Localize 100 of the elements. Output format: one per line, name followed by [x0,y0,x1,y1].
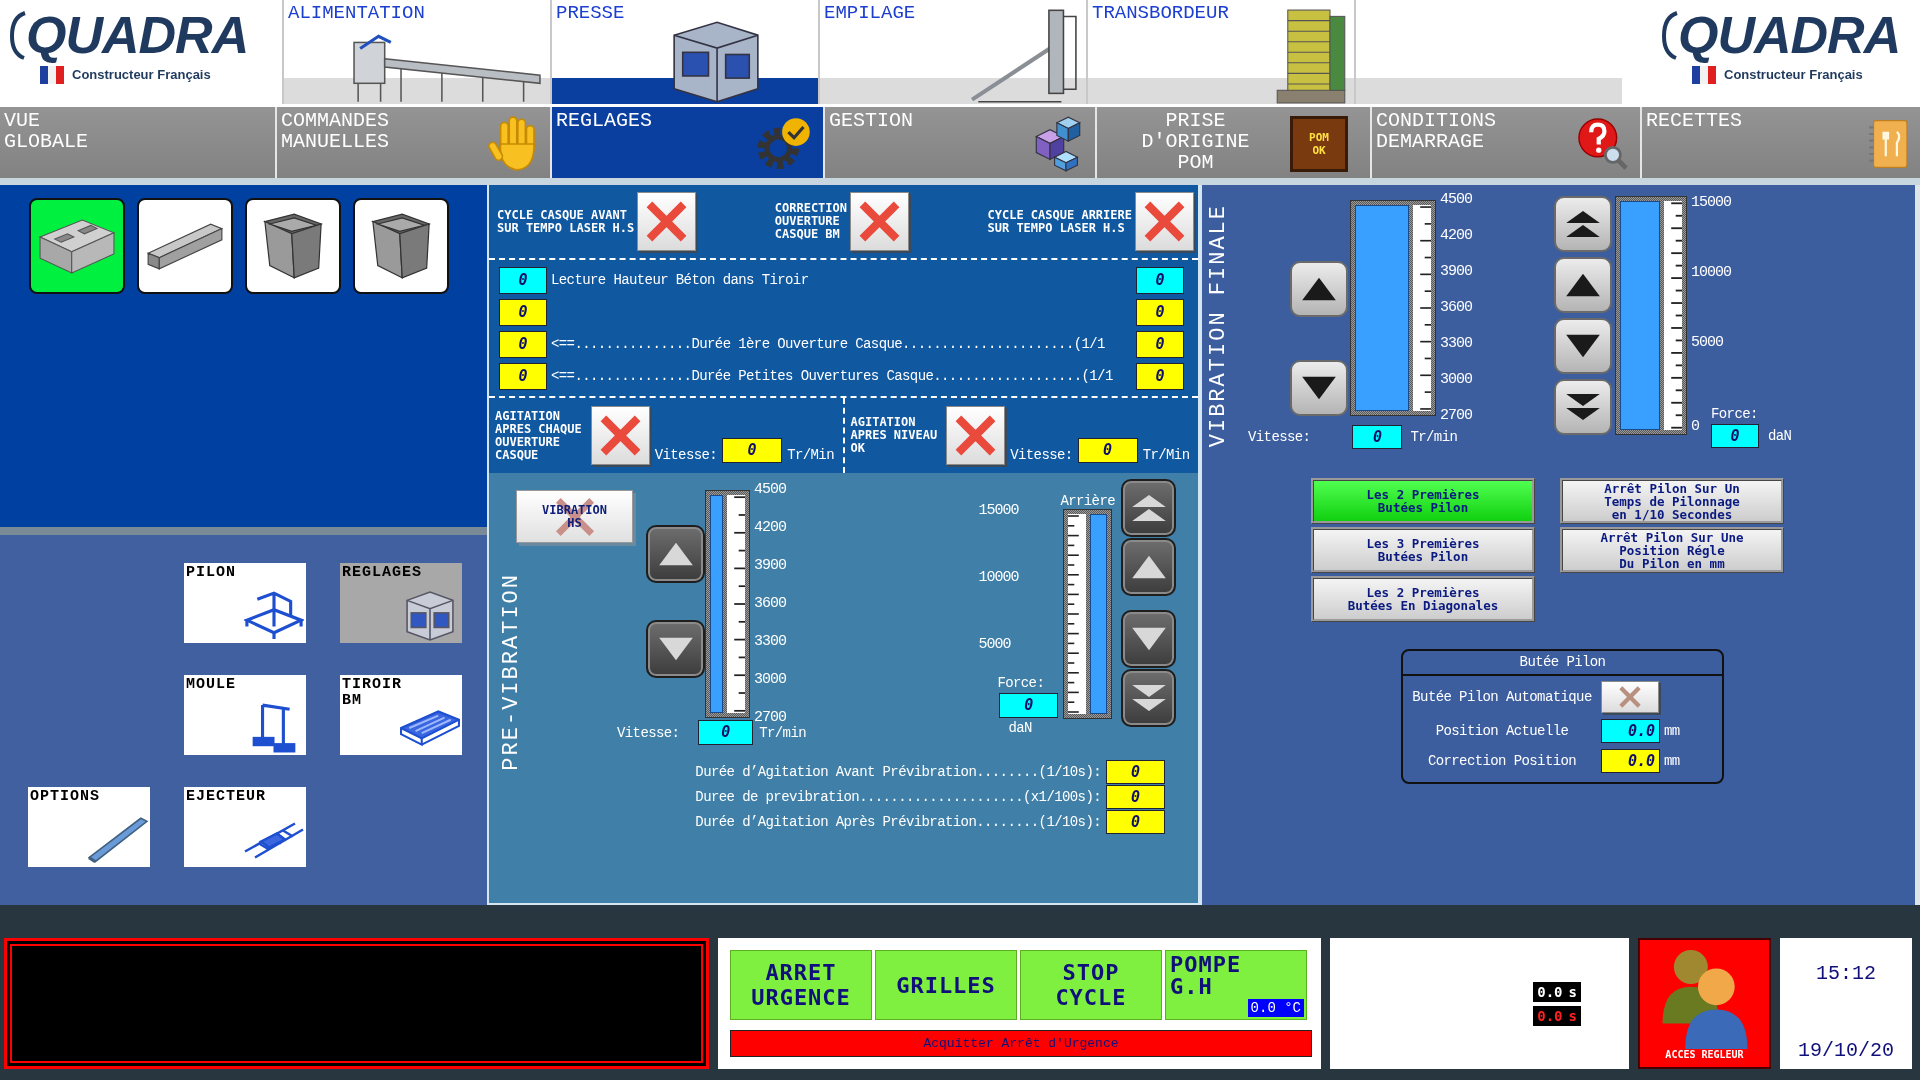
input-field[interactable]: 0 [1136,362,1184,390]
gauge-caption: Arrière [1060,493,1115,509]
component-tile[interactable]: TIROIR BM [340,675,462,755]
scale-label: 4200 [1440,229,1473,243]
unit-label: mm [1664,723,1680,739]
cross-icon [859,201,900,242]
up-arrow-icon [1565,271,1601,299]
input-field[interactable]: 0 [1106,810,1165,834]
settings-icon [757,118,811,170]
open-cube-icon [371,213,431,279]
unit-label: Tr/min [1410,429,1458,445]
parameter-label: Durée d’Agitation Avant Prévibration........(1/10s): [695,764,1101,780]
block-type-button[interactable] [137,198,233,294]
toggle-button[interactable] [850,192,909,251]
arrow-button[interactable] [1121,538,1176,596]
field-label: Vitesse: [1010,447,1073,463]
scale-label: 0 [1691,420,1699,434]
mode-button[interactable]: Les 3 Premières Butées Pilon [1311,527,1535,573]
component-tile[interactable]: OPTIONS [28,787,150,867]
input-field[interactable]: 0 [499,330,547,358]
acknowledge-button[interactable]: Acquitter Arrêt d'Urgence [730,1030,1312,1057]
control-button[interactable]: GRILLES [875,950,1017,1020]
section-tab[interactable]: ALIMENTATION [282,0,550,104]
arrow-button[interactable] [1554,196,1612,252]
control-button[interactable]: ARRET URGENCE [730,950,872,1020]
input-field[interactable]: 0 [499,298,547,326]
component-tile[interactable]: PILON [184,563,306,643]
control-button[interactable]: POMPE G.H 0.0 °C [1165,950,1307,1020]
input-field[interactable]: 0 [1106,760,1165,784]
input-field[interactable]: 0 [499,362,547,390]
down-arrow-icon [657,635,694,663]
scale-label: 3000 [754,673,787,687]
unit-label: Tr/min [759,724,806,741]
component-tile[interactable]: REGLAGES [340,563,462,643]
scale-label: 3900 [1440,265,1473,279]
section-tab[interactable]: TRANSBORDEUR [1086,0,1354,104]
arrow-button[interactable] [646,525,705,583]
component-tile[interactable]: MOULE [184,675,306,755]
arrow-button[interactable] [646,620,705,678]
temperature-readout: 0.0 °C [1247,999,1304,1017]
arrow-button[interactable] [1290,360,1348,416]
field-label: Position Actuelle [1435,723,1569,739]
arrow-button[interactable] [1554,379,1612,435]
brand-tagline: Constructeur Français [1724,67,1863,83]
up-arrow-icon [1130,553,1167,581]
toggle-button[interactable] [1135,192,1194,251]
block-type-button[interactable] [29,198,125,294]
toggle-button[interactable] [590,406,650,465]
component-tile[interactable]: EJECTEUR [184,787,306,867]
arrow-button[interactable] [1121,669,1176,727]
control-button[interactable]: STOP CYCLE [1020,950,1162,1020]
section-tab[interactable]: PRESSE [550,0,818,104]
mode-button[interactable]: Les 2 Premières Butées En Diagonales [1311,576,1535,622]
scale-label: 5000 [978,638,1011,652]
scale-label: 4500 [754,483,787,497]
block-type-button[interactable] [245,198,341,294]
scale-label: 3900 [754,559,787,573]
input-field[interactable]: 0.0 [1601,749,1660,773]
arrow-button[interactable] [1554,257,1612,313]
mode-button[interactable]: Arrêt Pilon Sur Un Temps de Pilonnage en 1/10 Secondes [1560,478,1784,524]
scale-label: 2700 [1440,409,1473,423]
toggle-button[interactable] [637,192,697,251]
up-arrow-icon [657,540,694,568]
box-title: Butée Pilon [1519,654,1606,670]
conveyor-icon [88,815,148,865]
toggle-button[interactable] [946,406,1006,465]
option-label: CYCLE CASQUE AVANT SUR TEMPO LASER H.S [497,208,635,235]
input-field[interactable]: 0 [1077,438,1138,463]
input-field[interactable]: 0 [1136,298,1184,326]
hollow-block-icon [39,218,115,274]
block-type-button[interactable] [353,198,449,294]
arrow-button[interactable] [1121,479,1176,537]
input-field[interactable]: 0 [1106,785,1165,809]
input-field[interactable]: 0 [1136,330,1184,358]
access-button[interactable]: ACCES REGLEUR [1638,938,1771,1069]
mode-button[interactable]: Arrêt Pilon Sur Une Position Régle Du Pilon en mm [1560,527,1784,573]
arrow-button[interactable] [1121,610,1176,668]
option-label: CORRECTION OUVERTURE CASQUE BM [774,202,847,241]
down-arrow-icon [1565,332,1601,360]
field-label: Force: [1711,406,1758,422]
mode-button[interactable]: Les 2 Premières Butées Pilon [1311,478,1535,524]
arrow-button[interactable] [1290,261,1348,317]
cubes-icon [1033,116,1083,172]
unit-label: daN [1768,428,1792,444]
value-field: 0 [999,693,1059,718]
unit-label: Tr/Min [1142,447,1190,463]
double-down-arrow-icon [1565,393,1601,421]
section-title: PRE-VIBRATION [500,573,524,771]
cross-icon [955,415,997,456]
arrow-button[interactable] [1554,318,1612,374]
frame-icon [244,591,304,641]
scale-label: 2700 [754,711,787,725]
vibration-status-button[interactable]: VIBRATION HS [516,490,633,543]
section-tab[interactable]: EMPILAGE [818,0,1086,104]
double-down-arrow-icon [1130,684,1167,712]
scale-label: 4500 [1440,193,1473,207]
timer-value: 0.0 [1537,982,1563,1001]
menu-tab[interactable]: REGLAGES [550,107,823,178]
input-field[interactable]: 0 [722,438,783,463]
unit-label: mm [1664,753,1680,769]
